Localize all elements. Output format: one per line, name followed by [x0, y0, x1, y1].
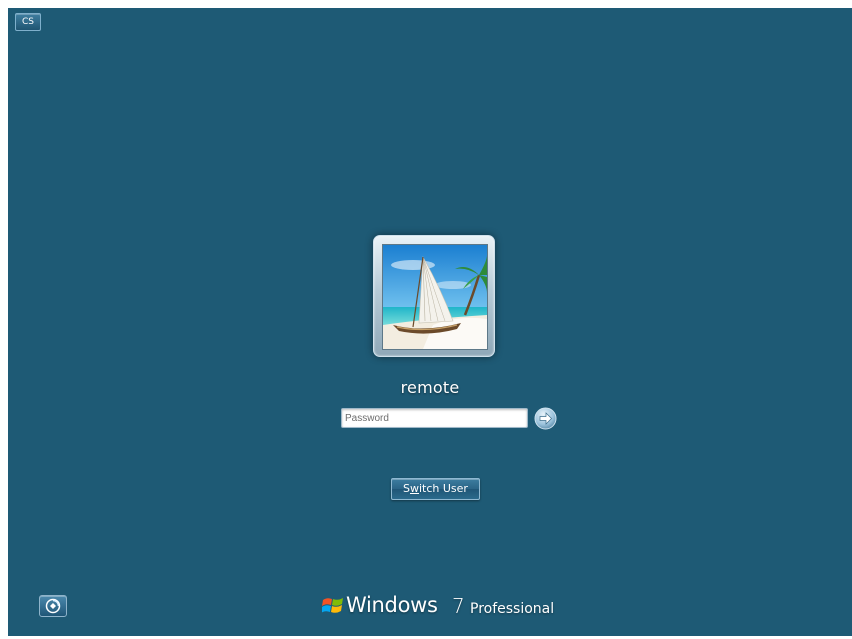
language-indicator-button[interactable]: CS — [15, 13, 41, 31]
switch-user-button[interactable]: Switch User — [391, 478, 480, 500]
logon-screen: CS remote Switch User Windows 7 Professi… — [8, 8, 852, 636]
submit-arrow-button[interactable] — [534, 407, 557, 430]
password-input[interactable] — [341, 408, 528, 428]
switch-user-label-start: S — [403, 482, 410, 495]
ease-of-access-button[interactable] — [39, 595, 67, 617]
user-picture — [382, 244, 488, 350]
sailboat-beach-image — [383, 245, 487, 349]
ease-of-access-icon — [45, 598, 61, 614]
switch-user-label-end: itch User — [419, 482, 468, 495]
switch-user-access-key: w — [410, 482, 419, 495]
windows-edition: Professional — [470, 601, 555, 617]
user-tile-frame[interactable] — [373, 235, 495, 357]
windows-flag-icon — [322, 598, 343, 613]
arrow-right-icon — [534, 407, 557, 430]
user-name: remote — [400, 378, 460, 397]
windows-version: 7 — [452, 594, 465, 618]
windows-wordmark: Windows — [346, 593, 438, 617]
